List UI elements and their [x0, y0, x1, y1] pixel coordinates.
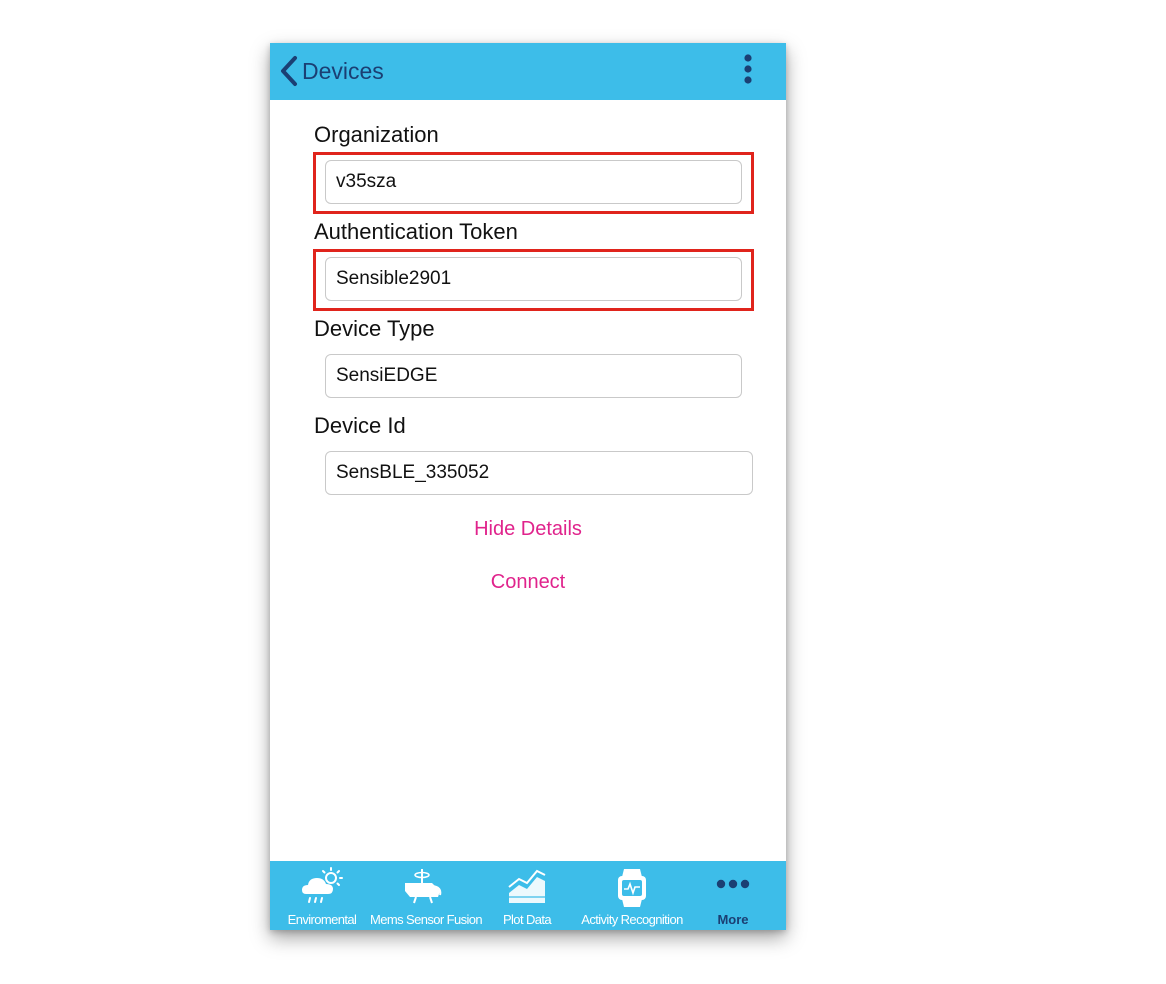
- sensor-fusion-icon: [402, 867, 446, 912]
- plot-chart-icon: [505, 867, 549, 912]
- device-screen: Devices Organization Authentication Toke…: [270, 43, 786, 930]
- device-id-input[interactable]: [325, 451, 753, 495]
- auth-token-input[interactable]: [325, 257, 742, 301]
- activity-watch-icon: [610, 867, 654, 914]
- connect-button[interactable]: Connect: [479, 567, 578, 597]
- organization-label: Organization: [314, 122, 439, 147]
- tab-mems-sensor-fusion[interactable]: Mems Sensor Fusion: [370, 861, 483, 930]
- more-horizontal-icon: [715, 877, 751, 896]
- tab-more[interactable]: More: [700, 861, 766, 930]
- tab-activity-recognition[interactable]: Activity Recognition: [574, 861, 690, 930]
- tab-label-plot-data: Plot Data: [502, 912, 552, 927]
- back-button[interactable]: Devices: [280, 51, 384, 91]
- device-id-label: Device Id: [314, 413, 406, 438]
- tab-label-more: More: [717, 912, 749, 927]
- more-vertical-icon: [744, 54, 752, 84]
- tab-bar: Enviromental Mems Sensor Fusion Plot Dat…: [270, 861, 786, 930]
- weather-icon: [300, 867, 344, 912]
- device-type-input[interactable]: [325, 354, 742, 398]
- hide-details-button[interactable]: Hide Details: [462, 514, 594, 544]
- more-menu-button[interactable]: [740, 53, 756, 89]
- tab-label-enviromental: Enviromental: [287, 912, 357, 927]
- tab-label-activity-recognition: Activity Recognition: [581, 912, 683, 927]
- auth-token-label: Authentication Token: [314, 219, 518, 244]
- tab-enviromental[interactable]: Enviromental: [274, 861, 370, 930]
- chevron-left-icon: [280, 55, 298, 87]
- device-type-label: Device Type: [314, 316, 435, 341]
- organization-input[interactable]: [325, 160, 742, 204]
- navigation-bar: Devices: [270, 43, 786, 100]
- back-label: Devices: [302, 57, 384, 84]
- tab-label-mems-sensor-fusion: Mems Sensor Fusion: [370, 912, 483, 927]
- connect-link-row: Connect: [270, 571, 786, 594]
- tab-plot-data[interactable]: Plot Data: [488, 861, 566, 930]
- hide-details-link-row: Hide Details: [270, 518, 786, 541]
